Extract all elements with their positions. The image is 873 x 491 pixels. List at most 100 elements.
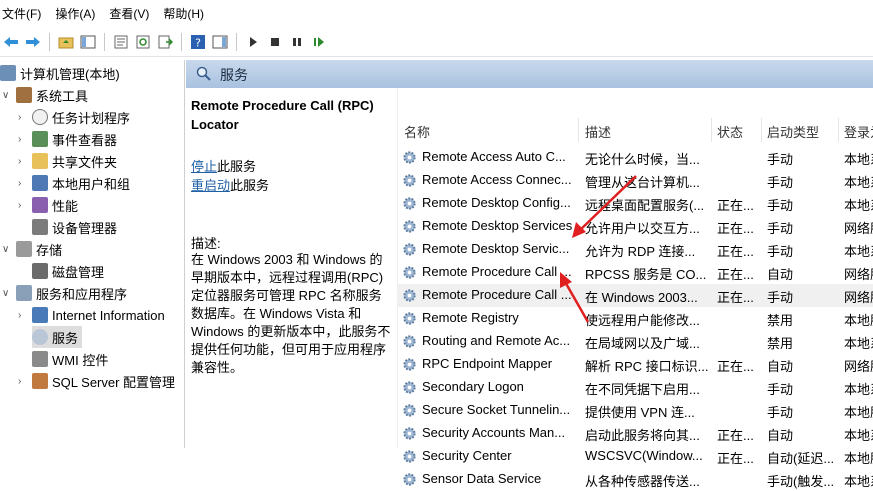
tree-item-event-viewer[interactable]: › 事件查看器 — [18, 128, 117, 150]
column-header-logon-as[interactable]: 登录为 — [844, 120, 873, 142]
restart-service-link[interactable]: 重启动 — [191, 178, 230, 193]
chevron-down-icon[interactable]: ∨ — [2, 90, 12, 101]
pause-service-icon[interactable] — [288, 33, 306, 51]
tree-item-services[interactable]: 服务 — [32, 326, 83, 348]
tree-item-system-tools[interactable]: ∨ 系统工具 — [2, 84, 88, 106]
table-row[interactable]: Security Center WSCSVC(Window... 正在... 自动(延… — [398, 445, 873, 468]
service-startup-type: 自动 — [767, 428, 794, 443]
column-header-startup-type[interactable]: 启动类型 — [767, 120, 819, 142]
tree-item-local-users-groups[interactable]: › 本地用户和组 — [18, 172, 130, 194]
service-logon-as: 本地系 — [844, 175, 873, 190]
performance-icon — [32, 197, 48, 213]
column-header-description[interactable]: 描述 — [585, 120, 611, 142]
tree-item-device-manager[interactable]: 设备管理器 — [32, 216, 117, 238]
tree-item-services-applications[interactable]: ∨ 服务和应用程序 — [2, 282, 127, 304]
menu-file[interactable]: 文件(F) — [0, 5, 49, 22]
tree-item-label: 计算机管理(本地) — [20, 66, 120, 82]
tree-item-label: 共享文件夹 — [52, 154, 118, 170]
chevron-right-icon[interactable]: › — [18, 200, 28, 211]
column-divider[interactable] — [578, 118, 579, 142]
tree-item-label: 事件查看器 — [52, 132, 118, 148]
chevron-right-icon[interactable]: › — [18, 178, 28, 189]
tree-item-performance[interactable]: › 性能 — [18, 194, 78, 216]
table-row[interactable]: Secure Socket Tunnelin... 提供使用 VPN 连... 手动… — [398, 399, 873, 422]
tree-item-label: 存储 — [36, 242, 63, 258]
tree-item-task-scheduler[interactable]: › 任务计划程序 — [18, 106, 130, 128]
service-status: 正在... — [717, 428, 754, 443]
tree-item-label: 服务 — [52, 330, 79, 346]
show-hide-tree-icon[interactable] — [79, 33, 97, 51]
restart-service-suffix: 此服务 — [230, 178, 270, 193]
tree-item-shared-folders[interactable]: › 共享文件夹 — [18, 150, 117, 172]
back-arrow-icon[interactable] — [2, 33, 20, 51]
column-divider[interactable] — [711, 118, 712, 142]
start-service-icon[interactable] — [244, 33, 262, 51]
tree-item-computer-management[interactable]: 计算机管理(本地) — [0, 62, 120, 84]
table-row[interactable]: RPC Endpoint Mapper 解析 RPC 接口标识... 正在... 自动… — [398, 353, 873, 376]
service-logon-as: 本地系 — [844, 474, 873, 489]
chevron-right-icon[interactable]: › — [18, 376, 28, 387]
service-startup-type: 自动 — [767, 267, 794, 282]
menu-view[interactable]: 查看(V) — [107, 5, 157, 22]
column-header-name[interactable]: 名称 — [404, 120, 430, 142]
services-icon — [32, 329, 48, 345]
column-divider[interactable] — [761, 118, 762, 142]
chevron-right-icon[interactable]: › — [18, 156, 28, 167]
tree-item-disk-management[interactable]: 磁盘管理 — [32, 260, 104, 282]
service-status: 正在... — [717, 244, 754, 259]
service-logon-as: 本地服 — [844, 313, 873, 328]
tree-item-iis[interactable]: › Internet Information — [18, 304, 165, 326]
menu-action[interactable]: 操作(A) — [53, 5, 103, 22]
red-arrow-annotation — [572, 175, 637, 238]
toolbar-separator — [49, 33, 50, 51]
service-description-cell: 从各种传感器传送... — [585, 474, 700, 489]
table-row[interactable]: Remote Access Auto C... 无论什么时候，当... 手动 本地系 — [398, 146, 873, 169]
table-row[interactable]: Remote Registry使远程用户能修改...禁用本地服 — [398, 307, 873, 330]
refresh-icon[interactable] — [134, 33, 152, 51]
tree-item-sql-server-config[interactable]: › SQL Server 配置管理 — [18, 370, 175, 392]
chevron-right-icon[interactable]: › — [18, 310, 28, 321]
service-gear-icon — [403, 358, 416, 371]
selected-service-title: Remote Procedure Call (RPC) Locator — [191, 98, 374, 132]
service-startup-type: 手动 — [767, 221, 794, 236]
service-name: Remote Desktop Services — [422, 218, 573, 233]
help-icon[interactable]: ? — [189, 33, 207, 51]
service-logon-as: 网络服 — [844, 267, 873, 282]
service-description-cell: 提供使用 VPN 连... — [585, 405, 695, 420]
service-logon-as: 本地系 — [844, 244, 873, 259]
table-row[interactable]: Remote Procedure Call ... 在 Windows 2003.… — [398, 284, 873, 307]
table-row[interactable]: Routing and Remote Ac... 在局域网以及广域... 禁用 本地系 — [398, 330, 873, 353]
service-name: Routing and Remote Ac... — [422, 333, 571, 348]
computer-icon — [0, 65, 16, 81]
restart-service-icon[interactable] — [310, 33, 328, 51]
tree-item-storage[interactable]: ∨ 存储 — [2, 238, 62, 260]
wmi-icon — [32, 351, 48, 367]
tree-item-wmi-control[interactable]: WMI 控件 — [32, 348, 108, 370]
stop-service-link[interactable]: 停止 — [191, 159, 217, 174]
column-divider[interactable] — [838, 118, 839, 142]
iis-icon — [32, 307, 48, 323]
table-row[interactable]: Remote Procedure Call ... RPCSS 服务是 CO...… — [398, 261, 873, 284]
column-header-status[interactable]: 状态 — [717, 120, 743, 142]
event-viewer-icon — [32, 131, 48, 147]
users-icon — [32, 175, 48, 191]
service-name: Sensor Data Service — [422, 471, 542, 486]
service-logon-as: 本地系 — [844, 336, 873, 351]
export-list-icon[interactable] — [156, 33, 174, 51]
forward-arrow-icon[interactable] — [24, 33, 42, 51]
menu-help[interactable]: 帮助(H) — [161, 5, 212, 22]
table-row[interactable]: Secondary Logon 在不同凭据下启用... 手动 本地系 — [398, 376, 873, 399]
chevron-right-icon[interactable]: › — [18, 112, 28, 123]
service-description-cell: 在不同凭据下启用... — [585, 382, 700, 397]
chevron-down-icon[interactable]: ∨ — [2, 288, 12, 299]
storage-icon — [16, 241, 32, 257]
tree-item-label: WMI 控件 — [52, 352, 109, 368]
chevron-down-icon[interactable]: ∨ — [2, 244, 12, 255]
action-pane-icon[interactable] — [211, 33, 229, 51]
table-row[interactable]: Sensor Data Service 从各种传感器传送... 手动(触发... 本地… — [398, 468, 873, 491]
properties-icon[interactable] — [112, 33, 130, 51]
chevron-right-icon[interactable]: › — [18, 134, 28, 145]
up-folder-icon[interactable] — [57, 33, 75, 51]
stop-service-icon[interactable] — [266, 33, 284, 51]
table-row[interactable]: Security Accounts Man... 启动此服务将向其... 正在...… — [398, 422, 873, 445]
